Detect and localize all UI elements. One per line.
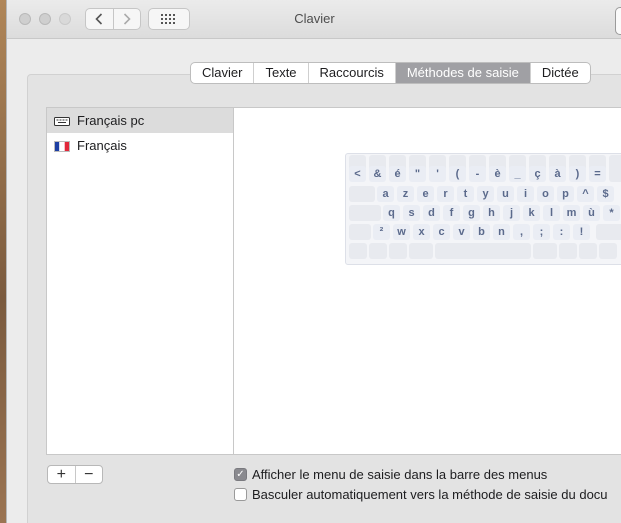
keyboard-key-blank xyxy=(389,243,407,259)
keyboard-key: l xyxy=(543,205,560,221)
keyboard-key-blank xyxy=(579,243,597,259)
keyboard-key: ' xyxy=(429,166,446,182)
keyboard-key: i xyxy=(517,186,534,202)
keyboard-key: ^ xyxy=(577,186,594,202)
keyboard-key: k xyxy=(523,205,540,221)
tab-4[interactable]: Dictée xyxy=(529,63,590,83)
keyboard-key: b xyxy=(473,224,490,240)
keyboard-key-blank xyxy=(349,243,367,259)
keyboard-key: v xyxy=(453,224,470,240)
list-item[interactable]: Français xyxy=(47,133,233,158)
auto-switch-label: Basculer automatiquement vers la méthode… xyxy=(252,487,608,502)
keyboard-key: é xyxy=(389,166,406,182)
keyboard-key-blank xyxy=(559,243,577,259)
keyboard-preview-panel: < & é " '(- è _ ç à) = a z e r t y u i o p ^ $ q s d f g h j k l m ù * ² w x… xyxy=(234,107,621,455)
french-flag-icon xyxy=(54,140,70,152)
keyboard-key-blank xyxy=(349,205,381,221)
keyboard-key: u xyxy=(497,186,514,202)
keyboard-key: " xyxy=(409,166,426,182)
add-remove-controls: + − xyxy=(47,465,103,484)
keyboard-key: & xyxy=(369,166,386,182)
keyboard-key: h xyxy=(483,205,500,221)
keyboard-key: ç xyxy=(529,166,546,182)
keyboard-key: c xyxy=(433,224,450,240)
input-sources-list[interactable]: Français pc Français xyxy=(46,107,234,455)
keyboard-key: = xyxy=(589,166,606,182)
keyboard-key: e xyxy=(417,186,434,202)
keyboard-key: ² xyxy=(373,224,390,240)
keyboard-layout-preview: < & é " '(- è _ ç à) = a z e r t y u i o p ^ $ q s d f g h j k l m ù * ² w x… xyxy=(345,153,621,265)
keyboard-key-blank xyxy=(596,224,621,240)
keyboard-key: ! xyxy=(573,224,590,240)
title-bar: Clavier xyxy=(7,0,621,39)
keyboard-key: o xyxy=(537,186,554,202)
keyboard-key: t xyxy=(457,186,474,202)
show-input-menu-checkbox[interactable]: ✓ xyxy=(234,468,247,481)
keyboard-key: m xyxy=(563,205,580,221)
window-title: Clavier xyxy=(294,11,335,26)
auto-switch-option[interactable]: Basculer automatiquement vers la méthode… xyxy=(234,487,608,502)
keyboard-key: à xyxy=(549,166,566,182)
keyboard-key: x xyxy=(413,224,430,240)
remove-input-source-button[interactable]: − xyxy=(74,466,103,483)
keyboard-key: g xyxy=(463,205,480,221)
keyboard-key: z xyxy=(397,186,414,202)
list-item[interactable]: Français pc xyxy=(47,108,233,133)
tab-1[interactable]: Texte xyxy=(253,63,307,83)
keyboard-key: ù xyxy=(583,205,600,221)
keyboard-key: $ xyxy=(597,186,614,202)
keyboard-key: w xyxy=(393,224,410,240)
preferences-window: Clavier Clavier Texte Raccourcis Méthodes d… xyxy=(6,0,621,523)
add-input-source-button[interactable]: + xyxy=(48,466,75,483)
list-item-label: Français xyxy=(77,138,127,153)
keyboard-key: d xyxy=(423,205,440,221)
keyboard-key-blank xyxy=(349,224,371,240)
keyboard-key: - xyxy=(469,166,486,182)
keyboard-key: , xyxy=(513,224,530,240)
overlapping-window-edge xyxy=(615,7,621,35)
keyboard-key: ( xyxy=(449,166,466,182)
keyboard-key: s xyxy=(403,205,420,221)
show-input-menu-option[interactable]: ✓ Afficher le menu de saisie dans la bar… xyxy=(234,467,547,482)
keyboard-key: r xyxy=(437,186,454,202)
tab-0[interactable]: Clavier xyxy=(191,63,253,83)
keyboard-key: n xyxy=(493,224,510,240)
keyboard-key: ) xyxy=(569,166,586,182)
keyboard-key: : xyxy=(553,224,570,240)
keyboard-key: p xyxy=(557,186,574,202)
tab-bar: Clavier Texte Raccourcis Méthodes de saisie… xyxy=(190,62,591,84)
tab-2[interactable]: Raccourcis xyxy=(307,63,395,83)
keyboard-key: _ xyxy=(509,166,526,182)
keyboard-key-blank xyxy=(409,243,433,259)
keyboard-key: j xyxy=(503,205,520,221)
keyboard-key: y xyxy=(477,186,494,202)
list-item-label: Français pc xyxy=(77,113,145,128)
keyboard-icon xyxy=(54,115,70,126)
keyboard-key: è xyxy=(489,166,506,182)
keyboard-key: ; xyxy=(533,224,550,240)
keyboard-key: * xyxy=(603,205,620,221)
show-input-menu-label: Afficher le menu de saisie dans la barre… xyxy=(252,467,548,482)
keyboard-key-blank xyxy=(369,243,387,259)
keyboard-key-blank xyxy=(435,243,531,259)
keyboard-key-blank xyxy=(533,243,557,259)
keyboard-key: f xyxy=(443,205,460,221)
tab-3[interactable]: Méthodes de saisie xyxy=(394,63,530,83)
keyboard-key-blank xyxy=(609,166,621,182)
keyboard-key: < xyxy=(349,166,366,182)
keyboard-key: a xyxy=(377,186,394,202)
keyboard-key-blank xyxy=(349,186,375,202)
auto-switch-checkbox[interactable] xyxy=(234,488,247,501)
keyboard-key-blank xyxy=(599,243,617,259)
keyboard-key: q xyxy=(383,205,400,221)
